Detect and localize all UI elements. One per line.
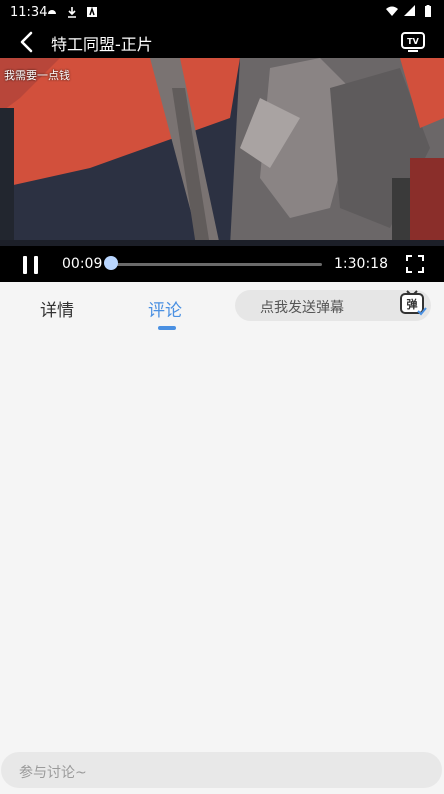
- signal-icon: [404, 5, 415, 16]
- danmaku-comment: 我需要一点钱: [4, 69, 70, 82]
- wifi-icon: [386, 6, 398, 16]
- seek-bar[interactable]: [111, 263, 322, 266]
- comment-input-placeholder: 参与讨论~: [19, 765, 87, 781]
- danmaku-send-icon[interactable]: 弹: [399, 289, 427, 317]
- status-bar: 11:34: [0, 0, 444, 26]
- current-time: 00:09: [62, 256, 103, 272]
- danmaku-input[interactable]: 点我发送弹幕 弹: [235, 290, 431, 321]
- android-icon: [48, 10, 56, 14]
- page-title: 特工同盟-正片: [51, 35, 153, 54]
- tab-details[interactable]: 详情: [40, 296, 74, 321]
- danmaku-button-label: 弹: [407, 297, 418, 311]
- svg-text:TV: TV: [407, 37, 419, 46]
- player-controls: 00:09 1:30:18: [0, 246, 444, 282]
- system-icons: [386, 5, 434, 17]
- video-player[interactable]: 我需要一点钱: [0, 58, 444, 246]
- top-bar: 特工同盟-正片 TV: [0, 26, 444, 58]
- back-arrow-icon[interactable]: [16, 30, 40, 54]
- status-time: 11:34: [10, 5, 48, 20]
- tab-comments[interactable]: 评论: [148, 296, 182, 321]
- app-notification-icon: [87, 6, 97, 17]
- download-icon: [68, 7, 76, 18]
- pause-icon[interactable]: [22, 256, 40, 274]
- danmaku-input-placeholder: 点我发送弹幕: [260, 300, 344, 316]
- video-frame: [0, 58, 444, 246]
- total-time: 1:30:18: [334, 256, 388, 272]
- fullscreen-icon[interactable]: [406, 255, 424, 273]
- tv-icon[interactable]: TV: [400, 28, 426, 54]
- battery-icon: [425, 5, 431, 17]
- seek-thumb[interactable]: [104, 256, 118, 270]
- notification-icons: [46, 6, 98, 18]
- comment-input[interactable]: 参与讨论~: [1, 752, 442, 788]
- comments-list: [0, 330, 444, 750]
